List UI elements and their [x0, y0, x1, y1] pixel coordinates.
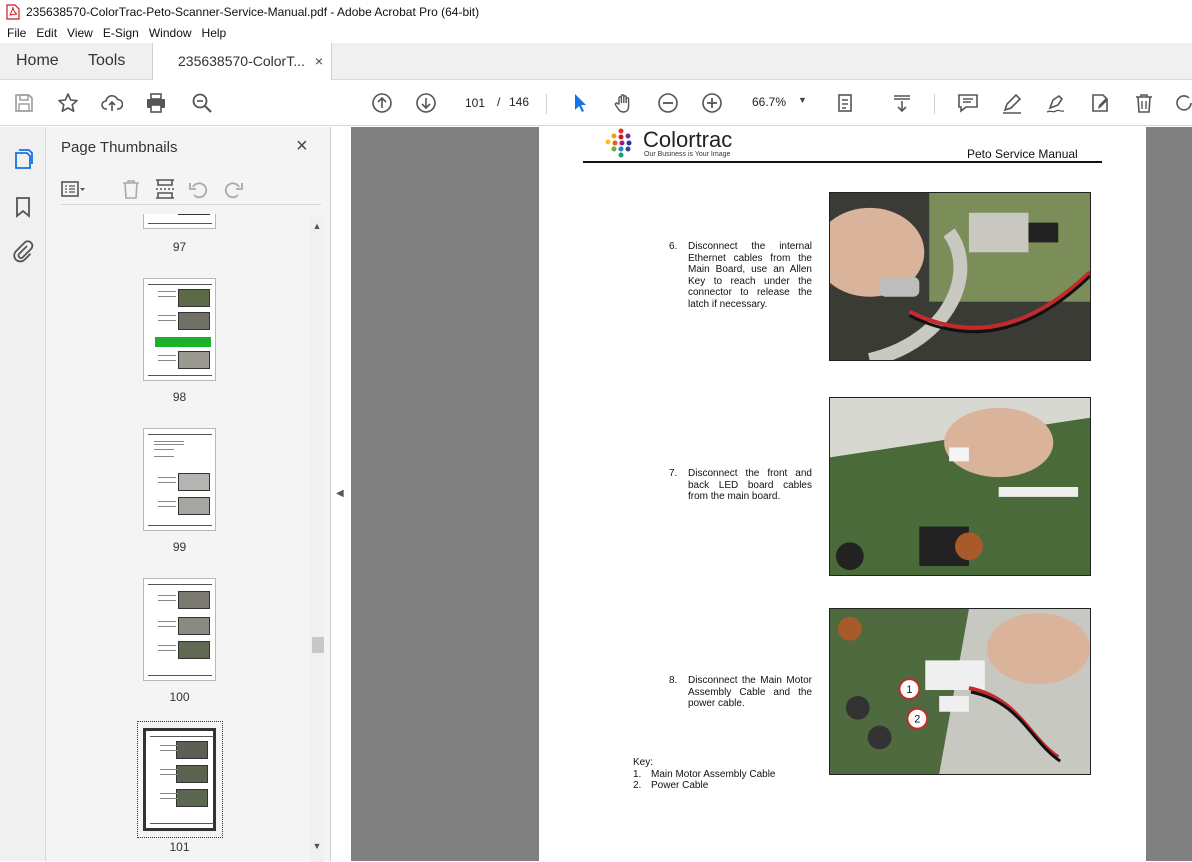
thumbnail-label: 99	[172, 540, 187, 554]
scroll-down-icon[interactable]: ▼	[310, 841, 324, 855]
sign-pen-icon[interactable]	[1044, 91, 1068, 115]
zoom-level-dropdown[interactable]: 66.7%	[752, 95, 786, 109]
key-title: Key:	[633, 757, 654, 768]
scroll-mode-icon[interactable]	[890, 91, 914, 115]
upload-cloud-icon[interactable]	[100, 91, 124, 115]
toolbar-divider	[934, 94, 935, 114]
page-thumbnails-icon[interactable]	[11, 147, 35, 171]
pdf-page: Colortrac Our Business is Your Image Pet…	[539, 127, 1146, 861]
save-icon[interactable]	[12, 91, 36, 115]
step-text: Disconnect the internal Ethernet cables …	[688, 241, 812, 310]
menu-view[interactable]: View	[67, 26, 93, 40]
edit-pdf-icon[interactable]	[1088, 91, 1112, 115]
zoom-search-icon[interactable]	[190, 91, 214, 115]
step-6: 6. Disconnect the internal Ethernet cabl…	[669, 241, 812, 311]
print-icon[interactable]	[144, 91, 168, 115]
page-number-input[interactable]: 101	[457, 91, 493, 115]
colortrac-logo: Colortrac Our Business is Your Image	[603, 127, 743, 161]
page-total: 146	[509, 95, 530, 109]
led-cable-photo	[829, 397, 1091, 576]
tab-document[interactable]: 235638570-ColorT... ×	[152, 43, 332, 80]
tab-document-label: 235638570-ColorT...	[178, 53, 305, 69]
page-thumbnail-97[interactable]	[143, 214, 216, 229]
logo-name: Colortrac	[643, 127, 733, 152]
thumbnail-scrollbar[interactable]: ▲ ▼	[310, 217, 324, 862]
menu-esign[interactable]: E-Sign	[103, 26, 139, 40]
zoom-out-icon[interactable]	[656, 91, 680, 115]
thumbnail-label: 100	[169, 690, 190, 704]
step-7: 7. Disconnect the front and back LED boa…	[669, 468, 812, 503]
attachments-icon[interactable]	[11, 239, 35, 263]
panel-close-icon[interactable]: ×	[296, 135, 308, 158]
panel-toolbar	[61, 175, 321, 205]
highlighter-icon[interactable]	[1000, 91, 1024, 115]
thumbnail-options-icon[interactable]	[61, 177, 85, 201]
menu-edit[interactable]: Edit	[36, 26, 57, 40]
step-text: Disconnect the front and back LED board …	[688, 468, 812, 503]
rotate-clockwise-icon[interactable]	[221, 177, 245, 201]
menu-window[interactable]: Window	[149, 26, 192, 40]
tab-bar: Home Tools 235638570-ColorT... ×	[0, 43, 1192, 80]
collapse-panel-icon[interactable]: ◀	[336, 488, 344, 499]
key-item: 1. Main Motor Assembly Cable	[633, 768, 776, 780]
select-cursor-icon[interactable]	[568, 91, 592, 115]
step-number: 8.	[669, 675, 678, 686]
left-navigation-rail	[0, 127, 46, 861]
callout-2: 2	[914, 714, 920, 726]
thumbnails-panel: Page Thumbnails × 97 98 99 100 101 ▲ ▼	[46, 127, 331, 862]
thumbnail-label: 101	[169, 840, 190, 854]
key-legend: Key: 1. Main Motor Assembly Cable 2. Pow…	[633, 757, 776, 792]
thumbnail-label: 97	[172, 240, 187, 254]
pdf-file-icon	[6, 3, 20, 20]
menu-file[interactable]: File	[7, 26, 26, 40]
step-text: Disconnect the Main Motor Assembly Cable…	[688, 675, 812, 710]
page-thumbnail-98[interactable]	[143, 278, 216, 381]
next-page-icon[interactable]	[414, 91, 438, 115]
logo-mark-icon	[605, 128, 632, 158]
window-title: 235638570-ColorTrac-Peto-Scanner-Service…	[26, 4, 480, 19]
page-fit-icon[interactable]	[834, 91, 858, 115]
bookmarks-icon[interactable]	[11, 195, 35, 219]
rotate-counterclockwise-icon[interactable]	[187, 177, 211, 201]
panel-title: Page Thumbnails	[61, 139, 178, 156]
page-separator: /	[497, 95, 501, 109]
callout-1: 1	[906, 684, 912, 696]
toolbar: 101 / 146 66.7% ▼	[0, 80, 1192, 126]
motor-cable-photo: 1 2	[829, 608, 1091, 775]
page-thumbnail-101[interactable]	[143, 728, 216, 831]
document-viewer[interactable]: Colortrac Our Business is Your Image Pet…	[351, 127, 1192, 861]
delete-icon[interactable]	[1132, 91, 1156, 115]
scrollbar-thumb[interactable]	[312, 637, 324, 653]
toolbar-divider	[546, 94, 547, 114]
scroll-up-icon[interactable]: ▲	[310, 221, 324, 235]
rotate-icon[interactable]	[1172, 91, 1192, 115]
previous-page-icon[interactable]	[370, 91, 394, 115]
page-thumbnail-100[interactable]	[143, 578, 216, 681]
insert-page-icon[interactable]	[153, 177, 177, 201]
tab-home[interactable]: Home	[16, 43, 59, 79]
ethernet-cable-photo	[829, 192, 1091, 361]
page-thumbnail-99[interactable]	[143, 428, 216, 531]
comment-icon[interactable]	[956, 91, 980, 115]
thumbnail-label: 98	[172, 390, 187, 404]
thumbnail-list: 97 98 99 100 101	[46, 214, 311, 861]
menu-bar: File Edit View E-Sign Window Help	[0, 23, 1192, 43]
step-number: 6.	[669, 241, 678, 252]
header-rule	[583, 161, 1102, 163]
logo-tagline: Our Business is Your Image	[644, 151, 731, 158]
step-number: 7.	[669, 468, 678, 479]
menu-help[interactable]: Help	[202, 26, 227, 40]
tab-close-icon[interactable]: ×	[315, 43, 323, 79]
chevron-down-icon[interactable]: ▼	[798, 95, 807, 105]
zoom-in-icon[interactable]	[700, 91, 724, 115]
step-8: 8. Disconnect the Main Motor Assembly Ca…	[669, 675, 812, 710]
manual-header-title: Peto Service Manual	[967, 147, 1078, 161]
title-bar: 235638570-ColorTrac-Peto-Scanner-Service…	[0, 0, 1192, 23]
bookmark-star-icon[interactable]	[56, 91, 80, 115]
hand-tool-icon[interactable]	[612, 91, 636, 115]
delete-page-icon[interactable]	[119, 177, 143, 201]
tab-tools[interactable]: Tools	[88, 43, 125, 79]
key-item: 2. Power Cable	[633, 780, 709, 792]
